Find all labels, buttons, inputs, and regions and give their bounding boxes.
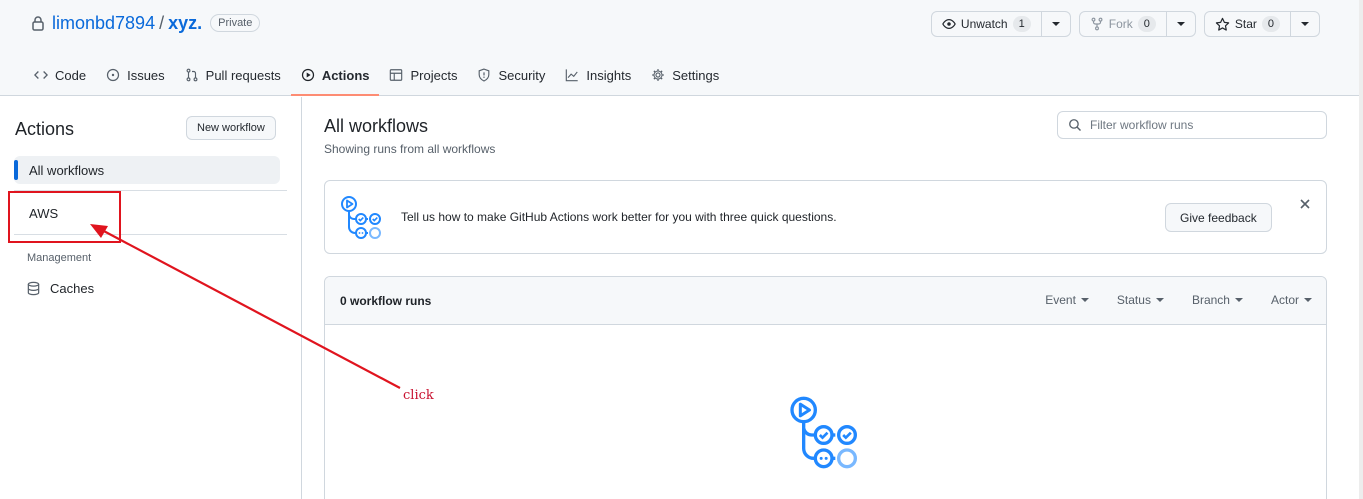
sidebar-item-caches[interactable]: Caches [26,281,94,296]
watch-dropdown[interactable] [1042,12,1070,36]
tab-security[interactable]: Security [467,56,555,94]
scrollbar[interactable] [1359,0,1363,499]
caret-down-icon [1301,22,1309,26]
feedback-message: Tell us how to make GitHub Actions work … [401,210,837,224]
tab-settings[interactable]: Settings [641,56,729,94]
caret-down-icon [1176,22,1185,26]
annotation-label: click [403,388,434,403]
database-icon [27,281,40,296]
star-label: Star [1234,17,1257,31]
caret-down-icon [1051,22,1060,26]
actor-filter[interactable]: Actor [1271,293,1312,307]
search-icon [1069,119,1082,132]
caret-down-icon [1155,298,1164,302]
tab-label: Code [55,67,87,83]
filter-label: Branch [1191,293,1230,307]
star-icon [1215,17,1230,31]
gear-icon [652,69,665,81]
event-filter[interactable]: Event [1045,293,1089,307]
star-count: 0 [1261,16,1280,32]
actions-workflow-icon [341,196,381,239]
tab-insights[interactable]: Insights [555,56,641,94]
shield-icon [479,68,490,82]
unwatch-label: Unwatch [960,17,1008,31]
tab-label: Insights [586,67,632,83]
sidebar-title: Actions [15,119,75,139]
repo-owner-link[interactable]: limonbd7894 [52,13,155,34]
play-icon [301,68,314,82]
workflow-runs-header: 0 workflow runs Event Status Branch Acto… [325,277,1326,325]
fork-icon [1091,17,1103,31]
give-feedback-button[interactable]: Give feedback [1165,203,1272,232]
repo-header: limonbd7894 / xyz. Private Unwatch 1 For… [0,0,1363,96]
tab-pull-requests[interactable]: Pull requests [175,56,291,94]
star-button-group: Star 0 [1203,11,1320,37]
new-workflow-button[interactable]: New workflow [186,116,276,140]
workflow-runs-panel: 0 workflow runs Event Status Branch Acto… [324,276,1327,499]
eye-icon [942,19,956,29]
fork-count: 0 [1137,16,1156,32]
watch-button-group: Unwatch 1 [930,11,1071,37]
tab-actions[interactable]: Actions [290,56,380,96]
tab-label: Security [498,67,546,83]
sidebar-section-management: Management [27,252,92,264]
table-icon [390,69,403,81]
tab-label: Projects [410,67,458,83]
tab-issues[interactable]: Issues [96,56,175,94]
repo-title: limonbd7894 / xyz. Private [30,12,261,34]
fork-label: Fork [1108,17,1133,31]
caret-down-icon [1234,298,1243,302]
repo-actions: Unwatch 1 Fork 0 Star 0 [930,11,1320,37]
star-dropdown[interactable] [1291,12,1319,36]
actions-workflow-icon [790,396,857,469]
fork-button-group: Fork 0 [1078,11,1196,37]
lock-icon [32,16,44,31]
filter-input[interactable] [1090,118,1310,132]
branch-filter[interactable]: Branch [1192,293,1243,307]
tab-label: Issues [127,67,165,83]
filter-label: Event [1045,293,1076,307]
graph-icon [566,69,579,82]
caret-down-icon [1080,298,1089,302]
visibility-badge: Private [210,14,261,32]
tab-code[interactable]: Code [24,56,96,94]
tab-label: Settings [672,67,720,83]
caret-down-icon [1304,298,1312,302]
code-icon [34,71,48,79]
status-filter[interactable]: Status [1117,293,1164,307]
filter-label: Actor [1270,293,1299,307]
actions-sidebar: Actions New workflow All workflows AWS M… [0,97,302,499]
fork-button[interactable]: Fork 0 [1080,12,1167,36]
issue-icon [106,68,120,82]
tab-label: Pull requests [205,67,281,83]
caches-label: Caches [50,281,95,296]
repo-separator: / [159,12,165,33]
sidebar-item-all-workflows[interactable]: All workflows [14,156,280,184]
filter-label: Status [1116,293,1151,307]
annotation-highlight-box [8,191,121,243]
repo-tabs: Code Issues Pull requests Actions Projec… [24,56,729,96]
tab-label: Actions [321,67,370,83]
page-title: All workflows [324,116,429,136]
feedback-banner: Tell us how to make GitHub Actions work … [324,180,1327,254]
workflow-runs-count: 0 workflow runs [340,294,432,308]
star-button[interactable]: Star 0 [1205,12,1291,36]
close-icon[interactable] [1298,197,1312,211]
pull-request-icon [186,68,198,82]
unwatch-button[interactable]: Unwatch 1 [932,12,1042,36]
fork-dropdown[interactable] [1167,12,1195,36]
watch-count: 1 [1012,16,1031,32]
filter-workflow-runs [1057,111,1327,139]
page-subtitle: Showing runs from all workflows [324,142,496,156]
repo-name-link[interactable]: xyz. [168,13,202,34]
tab-projects[interactable]: Projects [379,56,467,94]
workflow-runs-filters: Event Status Branch Actor [1045,293,1312,307]
